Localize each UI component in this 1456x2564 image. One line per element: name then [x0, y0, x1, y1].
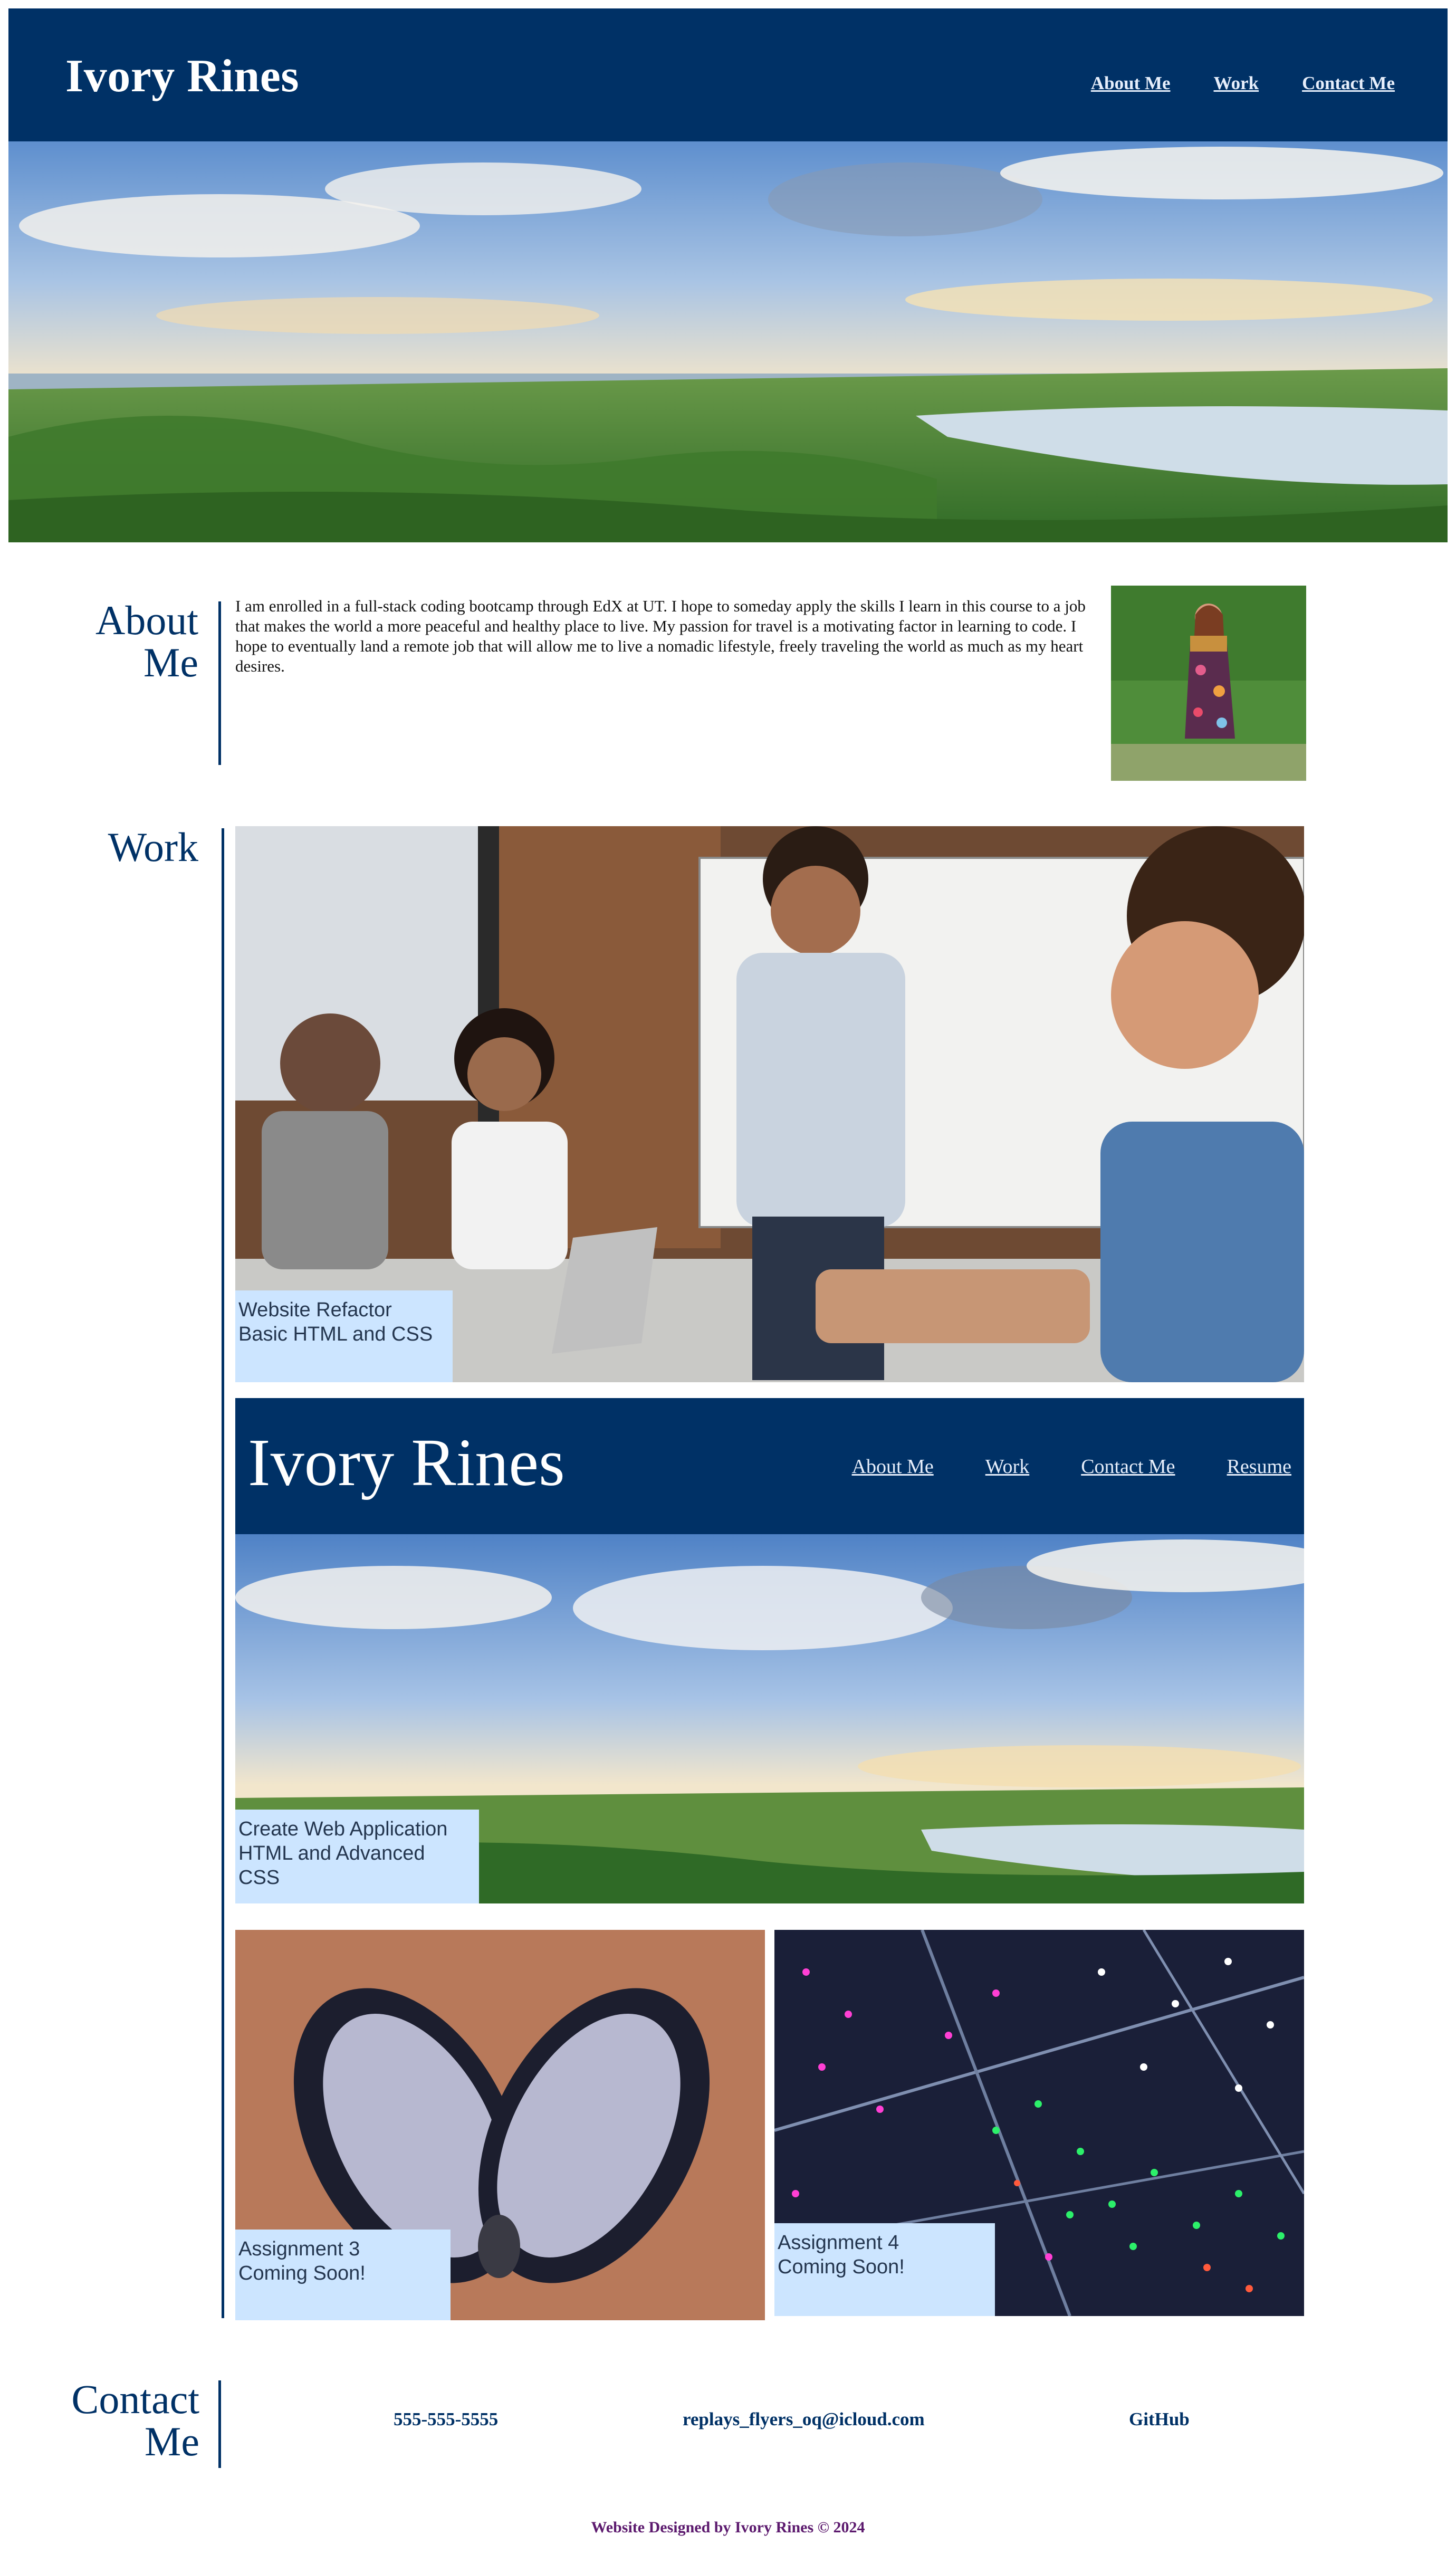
work-divider [222, 828, 224, 2318]
about-paragraph: I am enrolled in a full-stack coding boo… [235, 597, 1086, 675]
preview-nav-work: Work [985, 1456, 1030, 1478]
project-title: Website Refactor [238, 1299, 392, 1321]
project-label: Assignment 4 Coming Soon! [774, 2223, 995, 2316]
project-title: Assignment 4 [778, 2232, 899, 2254]
site-title: Ivory Rines [65, 51, 300, 102]
work-heading: Work [108, 824, 198, 870]
site-header: Ivory Rines About Me Work Contact Me [8, 8, 1448, 141]
about-heading-line1: About [95, 597, 198, 643]
contact-phone-link[interactable]: 555-555-5555 [394, 2409, 498, 2430]
project-card-website-refactor[interactable]: Website Refactor Basic HTML and CSS [235, 826, 1304, 1382]
contact-email-link[interactable]: replays_flyers_oq@icloud.com [683, 2409, 925, 2430]
project-label: Create Web Application HTML and Advanced… [235, 1810, 479, 1903]
main-nav: About Me Work Contact Me [1091, 73, 1395, 94]
site-footer: Website Designed by Ivory Rines © 2024 [591, 2519, 865, 2536]
about-heading: About Me [79, 599, 198, 684]
project-subtitle: HTML and Advanced CSS [238, 1842, 425, 1889]
project-label: Assignment 3 Coming Soon! [235, 2230, 451, 2320]
about-heading-line2: Me [143, 639, 198, 685]
project-subtitle: Coming Soon! [238, 2262, 366, 2284]
project-subtitle: Basic HTML and CSS [238, 1323, 433, 1345]
project-card-web-application[interactable]: Ivory Rines About Me Work Contact Me Res… [235, 1398, 1304, 1903]
project-title: Assignment 3 [238, 2238, 360, 2260]
contact-github-link[interactable]: GitHub [1129, 2409, 1190, 2430]
project-card-assignment-3[interactable]: Assignment 3 Coming Soon! [235, 1930, 765, 2320]
project-subtitle: Coming Soon! [778, 2256, 905, 2278]
preview-nav-contact: Contact Me [1081, 1456, 1175, 1478]
contact-list: 555-555-5555 replays_flyers_oq@icloud.co… [0, 2409, 1456, 2441]
profile-photo [1111, 586, 1306, 781]
preview-header: Ivory Rines About Me Work Contact Me Res… [235, 1398, 1304, 1534]
project-label: Website Refactor Basic HTML and CSS [235, 1290, 453, 1382]
preview-nav-about: About Me [851, 1456, 934, 1478]
nav-link-about[interactable]: About Me [1091, 73, 1171, 94]
project-card-assignment-4[interactable]: Assignment 4 Coming Soon! [774, 1930, 1304, 2316]
hero-landscape-image [8, 141, 1448, 542]
nav-link-work[interactable]: Work [1214, 73, 1259, 94]
project-title: Create Web Application [238, 1818, 448, 1840]
preview-nav: About Me Work Contact Me Resume [852, 1455, 1291, 1478]
preview-nav-resume: Resume [1227, 1456, 1291, 1478]
nav-link-contact[interactable]: Contact Me [1302, 73, 1395, 94]
preview-site-title: Ivory Rines [248, 1425, 565, 1500]
about-divider [218, 601, 221, 765]
